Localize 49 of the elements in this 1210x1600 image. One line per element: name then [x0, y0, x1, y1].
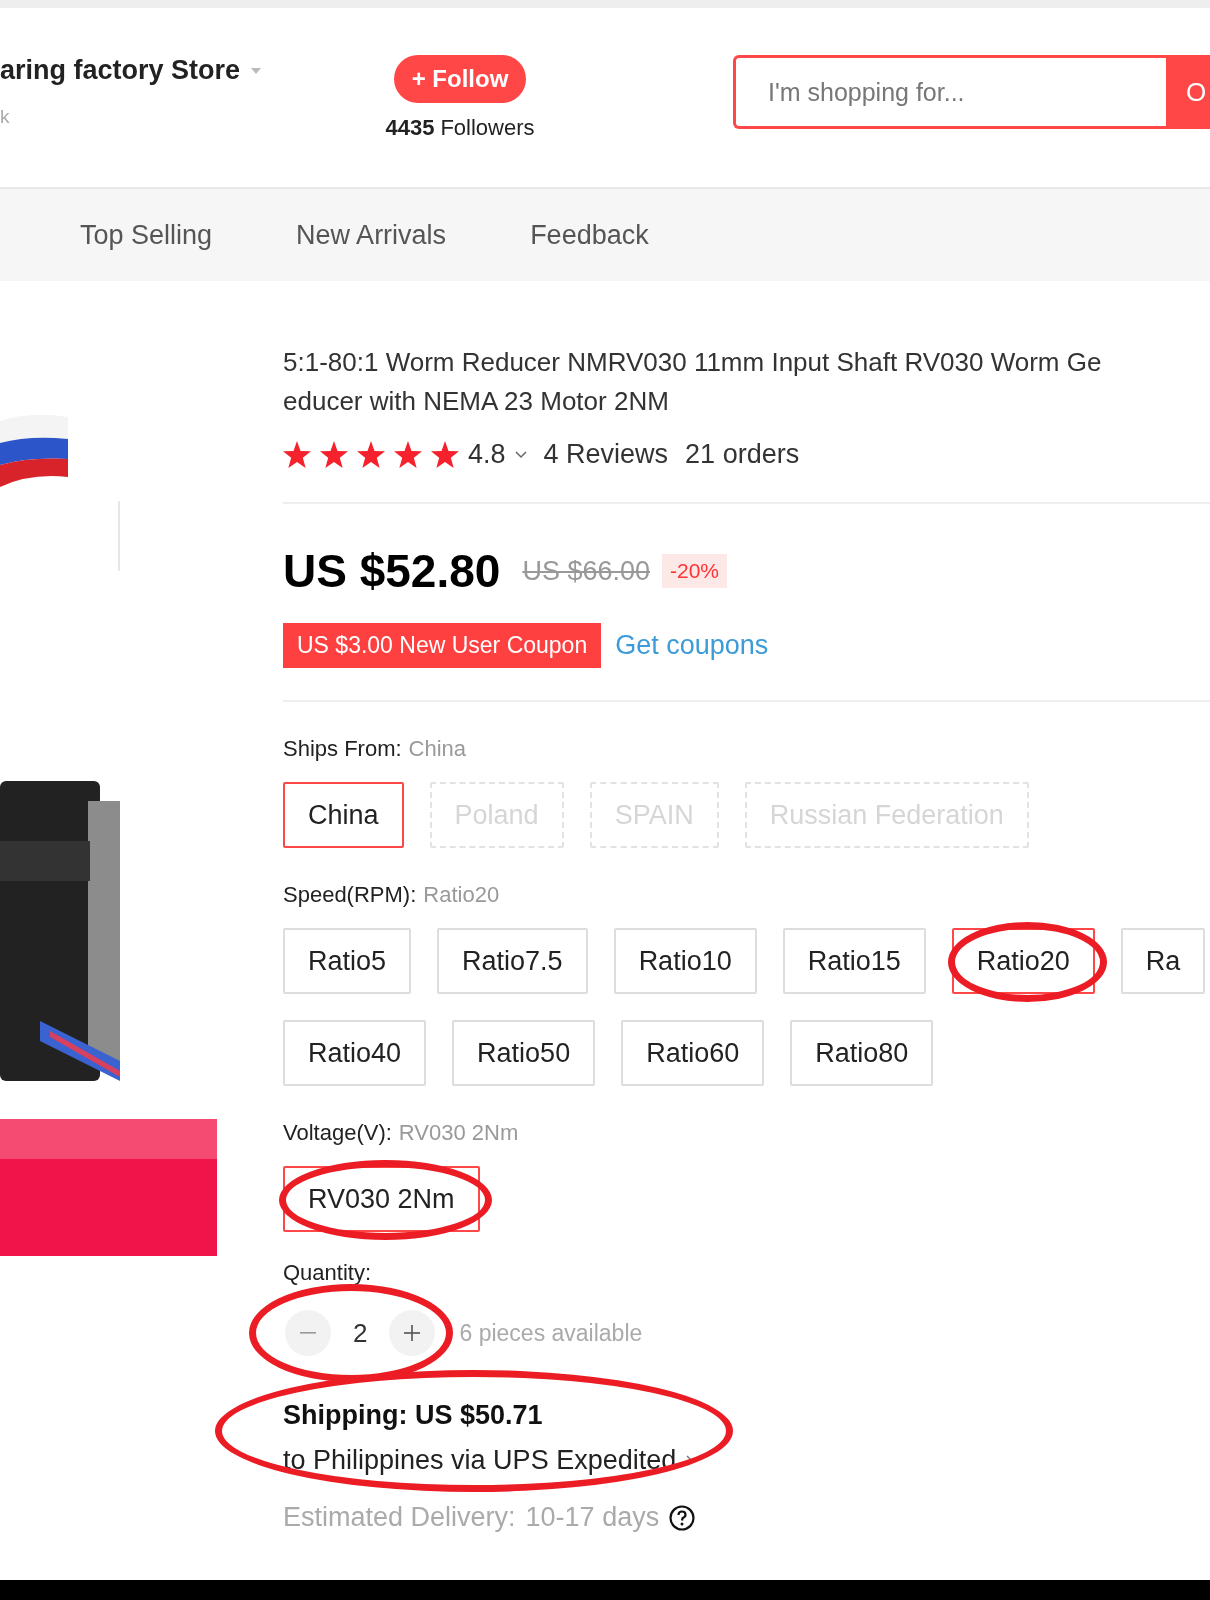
price: US $52.80	[283, 544, 501, 598]
star-icon	[320, 441, 348, 468]
star-icon	[283, 441, 311, 468]
delivery-label: Estimated Delivery:	[283, 1502, 516, 1533]
rating-value: 4.8	[468, 439, 506, 470]
option-button[interactable]: Ra	[1120, 928, 1206, 994]
option-button[interactable]: China	[283, 782, 404, 848]
product-title: 5:1-80:1 Worm Reducer NMRV030 11mm Input Shaft RV030 Worm Ge	[283, 346, 1102, 379]
nav-link[interactable]: Feedback	[530, 219, 649, 251]
chevron-down-icon[interactable]	[514, 450, 527, 459]
quantity-label: Quantity:	[283, 1260, 372, 1286]
followers-label: Followers	[440, 115, 535, 141]
option-button[interactable]: Ratio10	[613, 928, 757, 994]
plus-icon	[404, 1325, 421, 1341]
option-button[interactable]: Ratio60	[621, 1020, 765, 1086]
option-button[interactable]: Ratio40	[283, 1020, 427, 1086]
shipping-route[interactable]: to Philippines via UPS Expedited	[283, 1445, 677, 1476]
stock-available: 6 pieces available	[459, 1319, 643, 1347]
option-value: China	[408, 736, 467, 762]
discount-tag: -20%	[662, 554, 727, 588]
search-field[interactable]: I'm shopping for...	[733, 55, 1166, 129]
increase-button[interactable]	[389, 1310, 436, 1356]
star-icon	[394, 441, 422, 468]
followers-count: 4435	[385, 115, 435, 141]
delivery-days: 10-17 days	[525, 1502, 660, 1533]
nav-link[interactable]: New Arrivals	[296, 219, 447, 251]
minus-icon	[300, 1332, 316, 1334]
product-title: educer with NEMA 23 Motor 2NM	[283, 385, 669, 418]
option-value: RV030 2Nm	[398, 1120, 519, 1146]
star-icon	[357, 441, 385, 468]
nav-link[interactable]: Top Selling	[80, 219, 213, 251]
star-icon	[431, 441, 459, 468]
option-value: Ratio20	[423, 882, 500, 908]
option-label: Speed(RPM):	[283, 882, 417, 908]
option-button[interactable]: Ratio5	[283, 928, 412, 994]
reviews-link[interactable]: 4 Reviews	[543, 439, 669, 470]
quantity-value[interactable]: 2	[353, 1317, 368, 1349]
orders-count: 21 orders	[685, 439, 800, 470]
option-button[interactable]: Ratio15	[782, 928, 926, 994]
option-label: Ships From:	[283, 736, 402, 762]
help-icon[interactable]	[669, 1504, 696, 1531]
option-button[interactable]: Ratio80	[790, 1020, 934, 1086]
option-button[interactable]: Ratio50	[452, 1020, 596, 1086]
store-name[interactable]: aring factory Store	[0, 55, 241, 86]
store-subtitle: k	[0, 106, 11, 128]
option-button[interactable]: Ratio7.5	[437, 928, 588, 994]
option-label: Voltage(V):	[283, 1120, 392, 1146]
shipping-cost: Shipping: US $50.71	[283, 1400, 544, 1431]
original-price: US $66.00	[522, 555, 650, 587]
